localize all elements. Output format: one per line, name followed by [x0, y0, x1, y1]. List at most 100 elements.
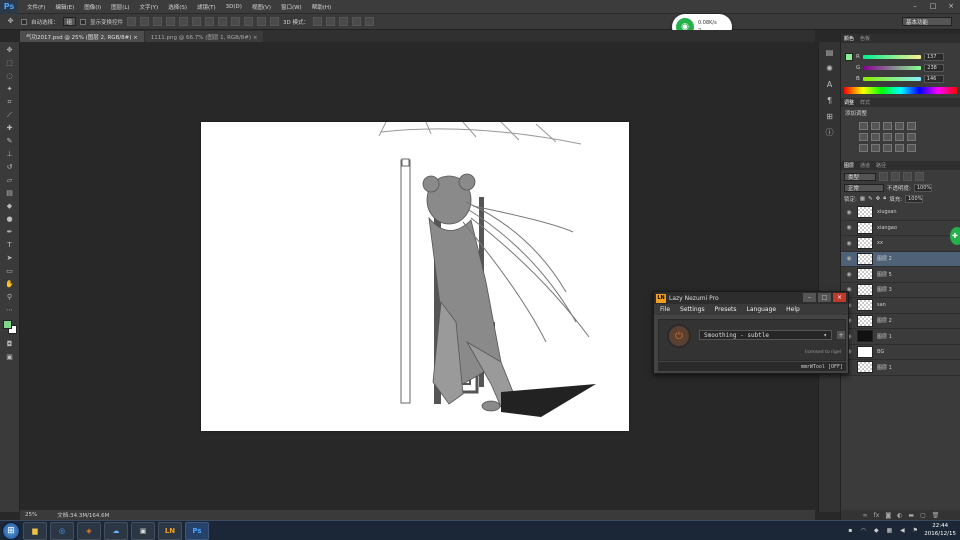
foreground-color[interactable]: [2, 320, 12, 329]
type-tool-icon[interactable]: T: [3, 239, 16, 251]
menu-select[interactable]: 选择(S): [163, 3, 192, 11]
lazy-menu-file[interactable]: File: [660, 306, 670, 313]
close-icon[interactable]: ×: [942, 0, 960, 12]
menu-3d[interactable]: 3D(D): [221, 4, 247, 10]
lock-move-icon[interactable]: ✥: [876, 196, 881, 202]
color-swatches[interactable]: [2, 320, 17, 334]
filter-adjust-icon[interactable]: [891, 172, 900, 181]
layer-row[interactable]: ◉ 图层 5: [841, 267, 960, 283]
eyedropper-icon[interactable]: ⟋: [3, 109, 16, 121]
invert-icon[interactable]: [859, 144, 868, 152]
zoom-tool-icon[interactable]: ⚲: [3, 291, 16, 303]
visibility-eye-icon[interactable]: ◉: [845, 208, 853, 216]
lazy-nezumi-titlebar[interactable]: LN Lazy Nezumi Pro – □ ×: [654, 292, 848, 304]
lazy-maximize-icon[interactable]: □: [818, 293, 831, 302]
photoshop-taskbar-button[interactable]: Ps: [185, 521, 209, 540]
layer-row[interactable]: ◉ BG: [841, 345, 960, 360]
tab-adjustments[interactable]: 调整: [844, 99, 854, 106]
gradient-tool-icon[interactable]: ▤: [3, 187, 16, 199]
tray-volume-icon[interactable]: ◀: [898, 526, 906, 534]
curves-icon[interactable]: [883, 122, 892, 130]
show-transform-checkbox[interactable]: [80, 18, 87, 25]
distribute-right-icon[interactable]: [270, 17, 280, 26]
quick-mask-icon[interactable]: ◘: [3, 338, 16, 350]
lazy-menu-presets[interactable]: Presets: [715, 306, 737, 313]
character-icon[interactable]: A: [824, 78, 836, 90]
align-right-icon[interactable]: [192, 17, 202, 26]
blur-tool-icon[interactable]: ◆: [3, 200, 16, 212]
lock-paint-icon[interactable]: ✎: [868, 196, 873, 202]
crop-tool-icon[interactable]: ⌗: [3, 96, 16, 108]
layer-row[interactable]: ◉ xiangao: [841, 221, 960, 236]
3d-rotate-icon[interactable]: [313, 17, 323, 26]
menu-filter[interactable]: 滤镜(T): [192, 3, 221, 11]
workspace-dropdown[interactable]: 基本功能: [902, 17, 952, 26]
align-top-icon[interactable]: [127, 17, 137, 26]
lazy-nezumi-taskbar-button[interactable]: LN: [158, 521, 182, 540]
blend-mode-dropdown[interactable]: 正常: [844, 183, 884, 192]
brightness-icon[interactable]: [859, 122, 868, 130]
align-bottom-icon[interactable]: [153, 17, 163, 26]
lock-transparent-icon[interactable]: ▦: [860, 196, 865, 202]
auto-select-checkbox[interactable]: [21, 18, 27, 25]
lazy-close-icon[interactable]: ×: [833, 293, 846, 302]
filter-type-icon[interactable]: [903, 172, 912, 181]
paragraph-icon[interactable]: ¶: [824, 94, 836, 106]
file-explorer-icon[interactable]: ▆: [23, 521, 47, 540]
distribute-middle-icon[interactable]: [218, 17, 228, 26]
power-icon[interactable]: ⏻: [667, 324, 691, 348]
minimize-icon[interactable]: –: [906, 0, 924, 12]
menu-layer[interactable]: 图层(L): [106, 3, 134, 11]
tab-styles[interactable]: 样式: [860, 99, 870, 106]
menu-type[interactable]: 文字(Y): [135, 3, 164, 11]
tray-wifi-icon[interactable]: ◠: [859, 526, 867, 534]
move-tool-icon[interactable]: ✥: [3, 44, 16, 56]
selective-color-icon[interactable]: [907, 144, 916, 152]
path-select-icon[interactable]: ➤: [3, 252, 16, 264]
channel-mixer-icon[interactable]: [907, 133, 916, 141]
distribute-center-icon[interactable]: [257, 17, 267, 26]
color-balance-icon[interactable]: [871, 133, 880, 141]
tab-document-1[interactable]: 气功2017.psd @ 25% (图层 2, RGB/8#) ×: [20, 31, 144, 42]
green-value[interactable]: 238: [924, 63, 945, 72]
maximize-icon[interactable]: □: [924, 0, 942, 12]
tab-color[interactable]: 颜色: [844, 35, 854, 42]
browser-icon[interactable]: ◎: [50, 521, 74, 540]
assistant-bubble-icon[interactable]: ✚: [950, 227, 960, 245]
lazy-menu-language[interactable]: Language: [747, 306, 777, 313]
3d-pan-icon[interactable]: [339, 17, 349, 26]
tab-layers[interactable]: 图层: [844, 162, 854, 169]
layer-row[interactable]: ◉ 图层 2: [841, 251, 960, 267]
green-slider[interactable]: [863, 65, 922, 70]
layer-row[interactable]: ◉ xiugsan: [841, 205, 960, 221]
visibility-eye-icon[interactable]: ◉: [845, 255, 853, 263]
layer-kind-dropdown[interactable]: 类型: [844, 172, 876, 181]
align-left-icon[interactable]: [166, 17, 176, 26]
tray-flag-icon[interactable]: ⚑: [911, 526, 919, 534]
fox-browser-icon[interactable]: ◈: [77, 521, 101, 540]
healing-brush-icon[interactable]: ✚: [3, 122, 16, 134]
filter-pixel-icon[interactable]: [879, 172, 888, 181]
menu-window[interactable]: 窗口(W): [276, 3, 307, 11]
clock[interactable]: 22:44 2016/12/15: [924, 522, 956, 538]
blue-value[interactable]: 146: [923, 74, 944, 83]
red-value[interactable]: 137: [923, 52, 944, 61]
layer-row[interactable]: ◉ 图层 2: [841, 314, 960, 329]
layer-row[interactable]: ◉ 图层 3: [841, 283, 960, 298]
cloud-app-icon[interactable]: ☁: [104, 521, 128, 540]
new-adjustment-icon[interactable]: ◐: [897, 512, 902, 519]
link-layers-icon[interactable]: ∞: [863, 512, 868, 519]
brush-settings-icon[interactable]: ✺: [824, 62, 836, 74]
menu-image[interactable]: 图像(I): [79, 3, 106, 11]
distribute-left-icon[interactable]: [244, 17, 254, 26]
trash-icon[interactable]: 🗑︎: [932, 512, 940, 519]
visibility-eye-icon[interactable]: ◉: [845, 270, 853, 278]
fx-icon[interactable]: fx: [874, 512, 880, 519]
start-button[interactable]: ⊞: [2, 521, 20, 540]
tray-app-icon[interactable]: ▪: [846, 526, 854, 534]
more-tools-icon[interactable]: ⋯: [3, 304, 16, 316]
tray-shield-icon[interactable]: ◆: [872, 526, 880, 534]
stamp-tool-icon[interactable]: ⊥: [3, 148, 16, 160]
align-center-icon[interactable]: [179, 17, 189, 26]
lock-all-icon[interactable]: 🔒︎: [883, 195, 886, 202]
